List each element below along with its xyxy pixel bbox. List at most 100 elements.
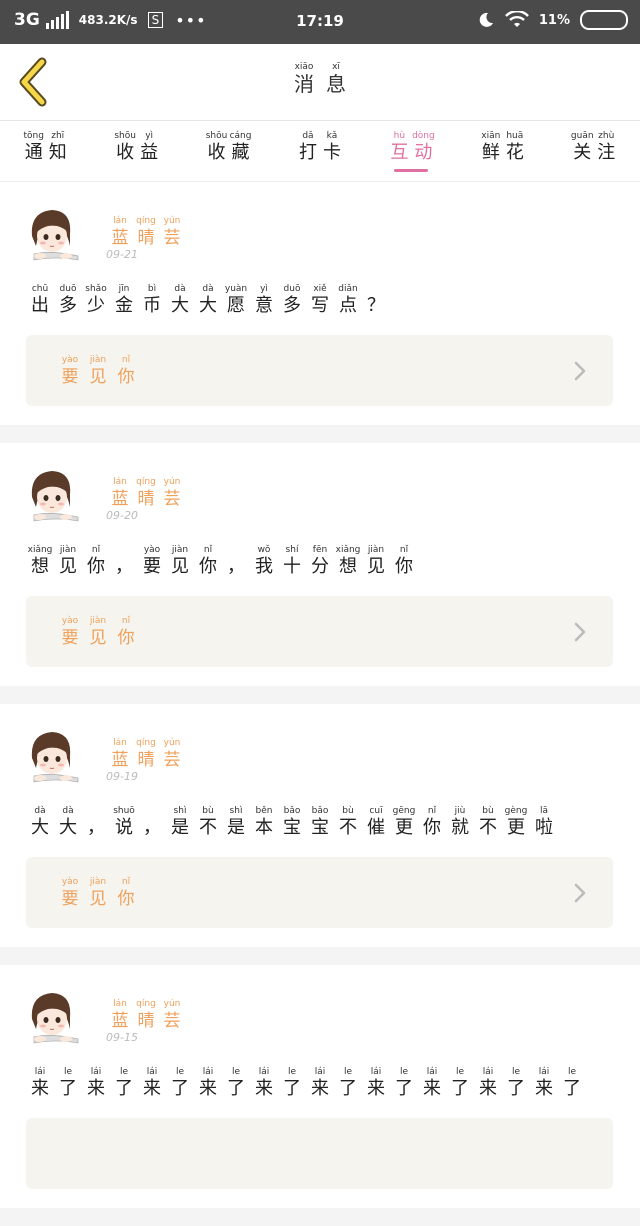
ruby-char: lái 来 — [532, 1067, 556, 1100]
hanzi: 想 — [31, 556, 49, 577]
header: xiāo 消 xī 息 — [0, 44, 640, 121]
ruby-char: nǐ 你 — [196, 545, 220, 578]
pinyin: běn — [255, 806, 273, 816]
message-card[interactable]: lán 蓝 qíng 晴 yún 芸 09-20 xiǎng 想 jiàn 见 nǐ 你， yào 要 jià… — [0, 443, 640, 704]
ruby-char: lái 来 — [420, 1067, 444, 1100]
pinyin: le — [567, 1067, 577, 1077]
hanzi: 鲜 — [481, 142, 500, 163]
pinyin: shōu — [205, 131, 228, 141]
hanzi: 要 — [143, 556, 161, 577]
ruby-char: qíng 晴 — [134, 999, 158, 1032]
user-name[interactable]: lán 蓝 qíng 晴 yún 芸 — [108, 477, 184, 510]
hanzi: 大 — [171, 295, 189, 316]
page-title: xiāo 消 xī 息 — [0, 62, 640, 95]
message-card[interactable]: lán 蓝 qíng 晴 yún 芸 09-19 dà 大 dà 大， shuō 说， shì 是 bù 不 sh… — [0, 704, 640, 965]
user-name[interactable]: lán 蓝 qíng 晴 yún 芸 — [108, 216, 184, 249]
hanzi: 了 — [171, 1078, 189, 1099]
message-text: chū 出 duō 多 shǎo 少 jīn 金 bì 币 dà 大 dà 大 yuàn 愿 yì 意 duō 多 xi… — [28, 284, 388, 317]
moon-icon — [479, 12, 493, 27]
ruby-char: gèng 更 — [504, 806, 528, 839]
ruby-char: zhī 知 — [46, 131, 70, 181]
hanzi: 了 — [115, 1078, 133, 1099]
ruby-char: yún 芸 — [160, 216, 184, 249]
hanzi: 出 — [31, 295, 49, 316]
tab-3[interactable]: shōu 收 cáng 藏 — [183, 121, 274, 181]
pinyin: chū — [31, 284, 49, 294]
tab-5[interactable]: hù 互 dòng 动 — [366, 121, 457, 181]
quoted-post[interactable]: yào 要 jiàn 见 nǐ 你 — [26, 596, 613, 667]
ruby-char: nǐ 你 — [114, 355, 138, 388]
ruby-char: fēn 分 — [308, 545, 332, 578]
user-name[interactable]: lán 蓝 qíng 晴 yún 芸 — [108, 738, 184, 771]
ruby-char: chū 出 — [28, 284, 52, 317]
tab-6[interactable]: xiān 鲜 huā 花 — [457, 121, 548, 181]
ruby-char: ， — [140, 806, 164, 839]
pinyin: jiàn — [89, 877, 107, 887]
ruby-char: shuō 说 — [112, 806, 136, 839]
pinyin: dà — [202, 284, 214, 294]
avatar-icon[interactable] — [26, 467, 82, 525]
ruby-char: gēng 更 — [392, 806, 416, 839]
pinyin: shōu — [114, 131, 136, 141]
message-text: dà 大 dà 大， shuō 说， shì 是 bù 不 shì 是 běn 本 bǎo 宝 bǎo 宝 bù 不 c… — [28, 806, 556, 839]
pinyin: qíng — [136, 738, 156, 748]
pinyin: kǎ — [326, 131, 338, 141]
ruby-char: xiǎng 想 — [28, 545, 53, 578]
hanzi: 来 — [311, 1078, 329, 1099]
hanzi: 想 — [339, 556, 357, 577]
pinyin: cuī — [369, 806, 383, 816]
pinyin: jiù — [454, 806, 466, 816]
hanzi: 要 — [61, 628, 79, 648]
status-bar: 3G 483.2K/s S ••• 17:19 11% — [0, 0, 640, 44]
user-name[interactable]: lán 蓝 qíng 晴 yún 芸 — [108, 999, 184, 1032]
pinyin: yún — [163, 738, 181, 748]
avatar-icon[interactable] — [26, 206, 82, 264]
hanzi: 了 — [59, 1078, 77, 1099]
chevron-right-icon — [574, 883, 586, 903]
pinyin: dà — [34, 806, 46, 816]
avatar-icon[interactable] — [26, 728, 82, 786]
tab-4[interactable]: dǎ 打 kǎ 卡 — [274, 121, 365, 181]
pinyin: xiān — [481, 131, 501, 141]
ruby-char: tōng 通 — [22, 131, 46, 181]
quoted-post[interactable] — [26, 1118, 613, 1189]
message-card[interactable]: lán 蓝 qíng 晴 yún 芸 09-15 lái 来 le 了 lái 来 le 了 lái 来 le 了 l… — [0, 965, 640, 1226]
tab-7[interactable]: guān 关 zhù 注 — [549, 121, 640, 181]
hanzi: 益 — [140, 142, 159, 163]
message-text: xiǎng 想 jiàn 见 nǐ 你， yào 要 jiàn 见 nǐ 你， wǒ 我 shí 十 fēn 分 x… — [28, 545, 416, 578]
message-card[interactable]: lán 蓝 qíng 晴 yún 芸 09-21 chū 出 duō 多 shǎo 少 jīn 金 bì 币 dà… — [0, 182, 640, 443]
ruby-char: shōu 收 — [205, 131, 229, 181]
ruby-char: yún 芸 — [160, 477, 184, 510]
avatar-icon[interactable] — [26, 989, 82, 1047]
pinyin: le — [343, 1067, 353, 1077]
tab-1[interactable]: tōng 通 zhī 知 — [0, 121, 91, 181]
ruby-char: lái 来 — [308, 1067, 332, 1100]
hanzi: 见 — [367, 556, 385, 577]
ruby-char: dà 大 — [196, 284, 220, 317]
pinyin: yì — [260, 284, 268, 294]
pinyin: lái — [34, 1067, 46, 1077]
ruby-char: shí 十 — [280, 545, 304, 578]
quoted-post[interactable]: yào 要 jiàn 见 nǐ 你 — [26, 335, 613, 406]
ruby-char: dǎ 打 — [296, 131, 320, 181]
pinyin: shí — [285, 545, 299, 555]
ruby-char: yào 要 — [58, 355, 82, 388]
hanzi: ？ — [367, 295, 385, 316]
pinyin: xiǎng — [335, 545, 361, 555]
hanzi: 蓝 — [111, 228, 129, 248]
message-date: 09-15 — [106, 1031, 138, 1044]
ruby-char: le 了 — [392, 1067, 416, 1100]
ruby-char: dà 大 — [56, 806, 80, 839]
ruby-char: bǎo 宝 — [308, 806, 332, 839]
hanzi: 蓝 — [111, 489, 129, 509]
pinyin: qíng — [136, 216, 156, 226]
pinyin: le — [287, 1067, 297, 1077]
pinyin: le — [511, 1067, 521, 1077]
hanzi: 要 — [61, 367, 79, 387]
ruby-char: xiān 鲜 — [479, 131, 503, 181]
pinyin: shì — [229, 806, 243, 816]
hanzi: 多 — [59, 295, 77, 316]
quoted-post[interactable]: yào 要 jiàn 见 nǐ 你 — [26, 857, 613, 928]
ruby-char: diǎn 点 — [336, 284, 360, 317]
tab-2[interactable]: shōu 收 yì 益 — [91, 121, 182, 181]
